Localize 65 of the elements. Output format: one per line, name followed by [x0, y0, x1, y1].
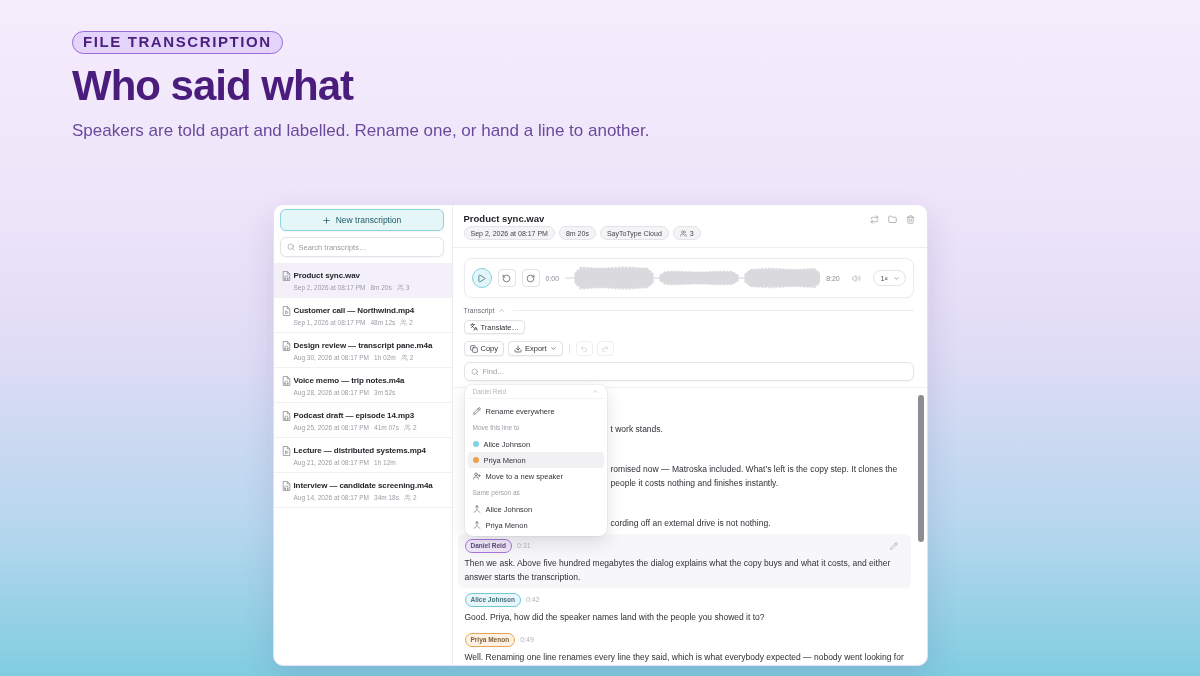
pencil-icon — [889, 541, 898, 550]
chevron-down-icon — [892, 274, 900, 282]
transcript-text: romised now — Matroska included. What’s left is the copy step. It clones the people it costs nothing and finishes instantly. — [610, 463, 898, 490]
transcript-text: Then we ask. Above five hundred megabytes the dialog explains what the copy buys and what it costs, and either answer starts the transcription. — [464, 557, 891, 584]
chevron-down-icon — [549, 345, 557, 352]
undo-icon — [580, 344, 589, 353]
transcript-text: Well. Renaming one line renames every line they said, which is what everybody expected — nobody went looking for — [464, 651, 904, 664]
file-headphones-icon — [281, 411, 291, 421]
delete-button[interactable] — [905, 215, 915, 224]
people-icon — [400, 319, 408, 326]
page-title: Who said what — [72, 63, 353, 109]
file-headphones-icon — [281, 341, 291, 351]
download-icon — [514, 344, 522, 353]
loop-arrows-icon — [869, 215, 879, 224]
person-plus-icon — [472, 472, 481, 480]
new-transcription-button[interactable]: New transcription — [279, 209, 444, 231]
forward-button[interactable] — [521, 269, 540, 287]
people-icon — [679, 229, 687, 237]
file-title: Customer call — Northwind.mp4 — [293, 305, 415, 316]
translate-icon — [469, 323, 478, 331]
search-icon — [286, 243, 295, 251]
search-icon — [470, 367, 479, 376]
file-title: Lecture — distributed systems.mp4 — [293, 445, 426, 456]
chevron-up-icon — [498, 306, 506, 314]
people-icon — [403, 424, 411, 431]
file-title: Interview — candidate screening.m4a — [293, 480, 433, 491]
transcript-text: Good. Priya, how did the speaker names land with the people you showed it to? — [464, 611, 765, 624]
page-subtitle: Speakers are told apart and labelled. Rename one, or hand a line to another. — [72, 120, 650, 142]
transcript-text: cording off an external drive is not nothing. — [610, 517, 771, 530]
play-button[interactable] — [471, 268, 492, 288]
chevron-up-icon[interactable] — [591, 388, 599, 395]
play-icon — [477, 273, 486, 283]
file-headphones-icon — [281, 481, 291, 491]
plus-icon — [321, 215, 331, 225]
people-icon — [403, 494, 411, 501]
scrollbar-thumb[interactable] — [917, 395, 924, 542]
file-title: Design review — transcript pane.m4a — [293, 340, 433, 351]
file-headphones-icon — [281, 271, 291, 281]
file-headphones-icon — [281, 376, 291, 386]
folder-icon — [887, 215, 897, 224]
merge-arrows-icon — [472, 521, 481, 529]
edit-button[interactable] — [889, 541, 898, 550]
copy-icon — [469, 344, 478, 353]
volume-button[interactable] — [851, 273, 861, 283]
rotate-right-icon — [526, 273, 535, 283]
merge-arrows-icon — [472, 505, 481, 513]
rotate-left-icon — [502, 273, 511, 283]
volume-icon — [851, 273, 861, 283]
file-play-icon — [281, 446, 291, 456]
people-icon — [400, 354, 408, 361]
section-badge: FILE TRANSCRIPTION — [72, 31, 283, 54]
file-title: Voice memo — trip notes.m4a — [293, 375, 405, 386]
pencil-icon — [472, 407, 481, 415]
transcript-text: t work stands. — [610, 423, 663, 436]
file-play-icon — [281, 306, 291, 316]
file-title: Product sync.wav — [293, 270, 361, 281]
collapse-toggle[interactable] — [498, 306, 506, 314]
loop-arrows-button[interactable] — [869, 215, 879, 224]
file-title: Podcast draft — episode 14.mp3 — [293, 410, 416, 421]
file-title: Product sync.wav — [463, 212, 545, 225]
folder-button[interactable] — [887, 215, 897, 224]
rewind-button[interactable] — [497, 269, 516, 287]
trash-icon — [905, 215, 915, 224]
people-icon — [396, 284, 404, 291]
redo-icon — [601, 344, 610, 353]
